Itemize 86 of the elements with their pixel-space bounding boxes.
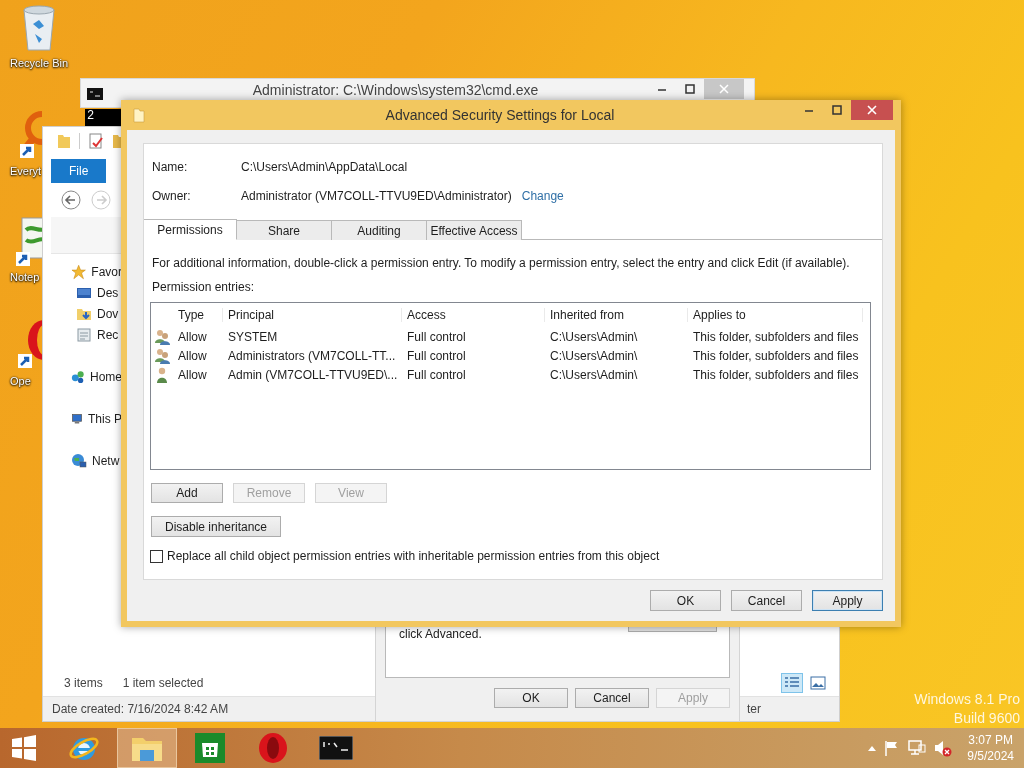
command-prompt-icon [87, 88, 103, 100]
store-icon[interactable] [195, 733, 225, 763]
cancel-button[interactable]: Cancel [575, 688, 649, 708]
checkbox-label: Replace all child object permission entries with inheritable permission entries from this object [167, 549, 660, 563]
sidebar-item[interactable]: Rec [51, 324, 122, 345]
show-hidden-icons-icon[interactable] [867, 744, 878, 752]
maximize-icon [832, 105, 842, 115]
close-button[interactable] [851, 100, 893, 120]
table-cell-text: This folder, subfolders and files [692, 367, 860, 382]
back-button[interactable] [61, 190, 81, 210]
tab[interactable]: Permissions [144, 219, 237, 240]
table-cell-text: C:\Users\Admin\ [549, 367, 639, 382]
table-cell-text: Administrators (VM7COLL-TT... [227, 348, 397, 363]
star-icon [71, 263, 87, 280]
column-header[interactable]: Access [402, 308, 545, 322]
table-cell-text: Full control [406, 367, 467, 382]
table-cell-text: Allow [177, 348, 208, 363]
table-cell-text: C:\Users\Admin\ [549, 348, 639, 363]
cancel-button[interactable]: Cancel [731, 590, 802, 611]
table-cell-text: SYSTEM [227, 329, 279, 344]
tab[interactable]: Effective Access [427, 220, 522, 240]
edition-text: Windows 8.1 Pro [914, 691, 1020, 707]
address-bar-area [51, 217, 122, 253]
thumbnails-view-icon [810, 676, 826, 690]
opera-icon[interactable] [258, 732, 288, 764]
command-prompt-icon[interactable] [319, 736, 353, 760]
column-header[interactable]: Type [173, 308, 223, 322]
ok-button[interactable]: OK [650, 590, 721, 611]
sidebar-item[interactable]: This P [51, 408, 122, 429]
details-view-button[interactable] [781, 673, 803, 693]
sidebar-item[interactable]: Home [51, 366, 122, 387]
network-icon[interactable] [907, 739, 928, 757]
apply-button[interactable]: Apply [812, 590, 883, 611]
folder-icon [133, 107, 145, 123]
maximize-icon [685, 84, 695, 94]
recent-places-icon [76, 326, 92, 343]
table-cell-text: Full control [406, 329, 467, 344]
file-tab[interactable]: File [51, 159, 106, 183]
hint-text: click Advanced. [399, 627, 482, 641]
details-view-icon [784, 676, 800, 690]
column-header[interactable]: Applies to [688, 308, 863, 322]
details-text: Date created: 7/16/2024 8:42 AM [52, 702, 229, 716]
properties-icon[interactable] [88, 133, 104, 149]
users-icon [153, 347, 171, 364]
column-header[interactable]: Principal [223, 308, 402, 322]
table-cell-text: Allow [177, 367, 208, 382]
table-cell-text: Allow [177, 329, 208, 344]
field-label: Owner: [152, 189, 192, 203]
tab[interactable]: Auditing [332, 220, 427, 240]
table-cell-text: C:\Users\Admin\ [549, 329, 639, 344]
selection-count: 1 item selected [122, 676, 204, 690]
sidebar-item[interactable]: Favor [51, 261, 122, 282]
table-cell-text: This folder, subfolders and files [692, 329, 860, 344]
tab[interactable]: Share [237, 220, 332, 240]
close-icon [719, 84, 729, 94]
section-label: Permission entries: [151, 280, 256, 294]
sidebar-item[interactable]: Des [51, 282, 122, 303]
field-label: Name: [152, 160, 189, 174]
field-value: Administrator (VM7COLL-TTVU9ED\Administrator) [241, 189, 512, 203]
windows-logo-icon [11, 735, 37, 761]
column-header[interactable]: Inherited from [545, 308, 688, 322]
window-title: Administrator: C:\Windows\system32\cmd.exe [251, 82, 540, 98]
user-icon [156, 366, 168, 383]
info-text: For additional information, double-click a permission entry. To modify a permission entry, select the entry and click Edit (if available). [151, 256, 851, 270]
table-cell-text: This folder, subfolders and files [692, 348, 860, 363]
disable-inheritance-button[interactable]: Disable inheritance [151, 516, 281, 537]
sidebar-item[interactable]: Netw [51, 450, 122, 471]
ok-button[interactable]: OK [494, 688, 568, 708]
field-value: C:\Users\Admin\AppData\Local [241, 160, 408, 174]
network-icon [71, 452, 87, 469]
dialog-title: Advanced Security Settings for Local [384, 107, 616, 123]
sidebar-item[interactable]: Dov [51, 303, 122, 324]
speaker-muted-icon[interactable] [933, 739, 954, 757]
thumbnails-view-button[interactable] [807, 673, 829, 693]
checkbox[interactable] [150, 549, 163, 563]
table-cell-text: Full control [406, 348, 467, 363]
console-text: 2 [85, 109, 121, 129]
details-text: ter [747, 702, 761, 716]
homegroup-icon [71, 368, 85, 385]
edition-text: Build 9600 [953, 710, 1020, 726]
table-cell-text: Admin (VM7COLL-TTVU9ED\... [227, 367, 399, 382]
close-icon [867, 105, 877, 115]
add-button[interactable]: Add [151, 483, 223, 503]
users-icon [153, 328, 171, 345]
item-count: 3 items [64, 676, 103, 690]
change-link[interactable]: Change [521, 189, 564, 203]
